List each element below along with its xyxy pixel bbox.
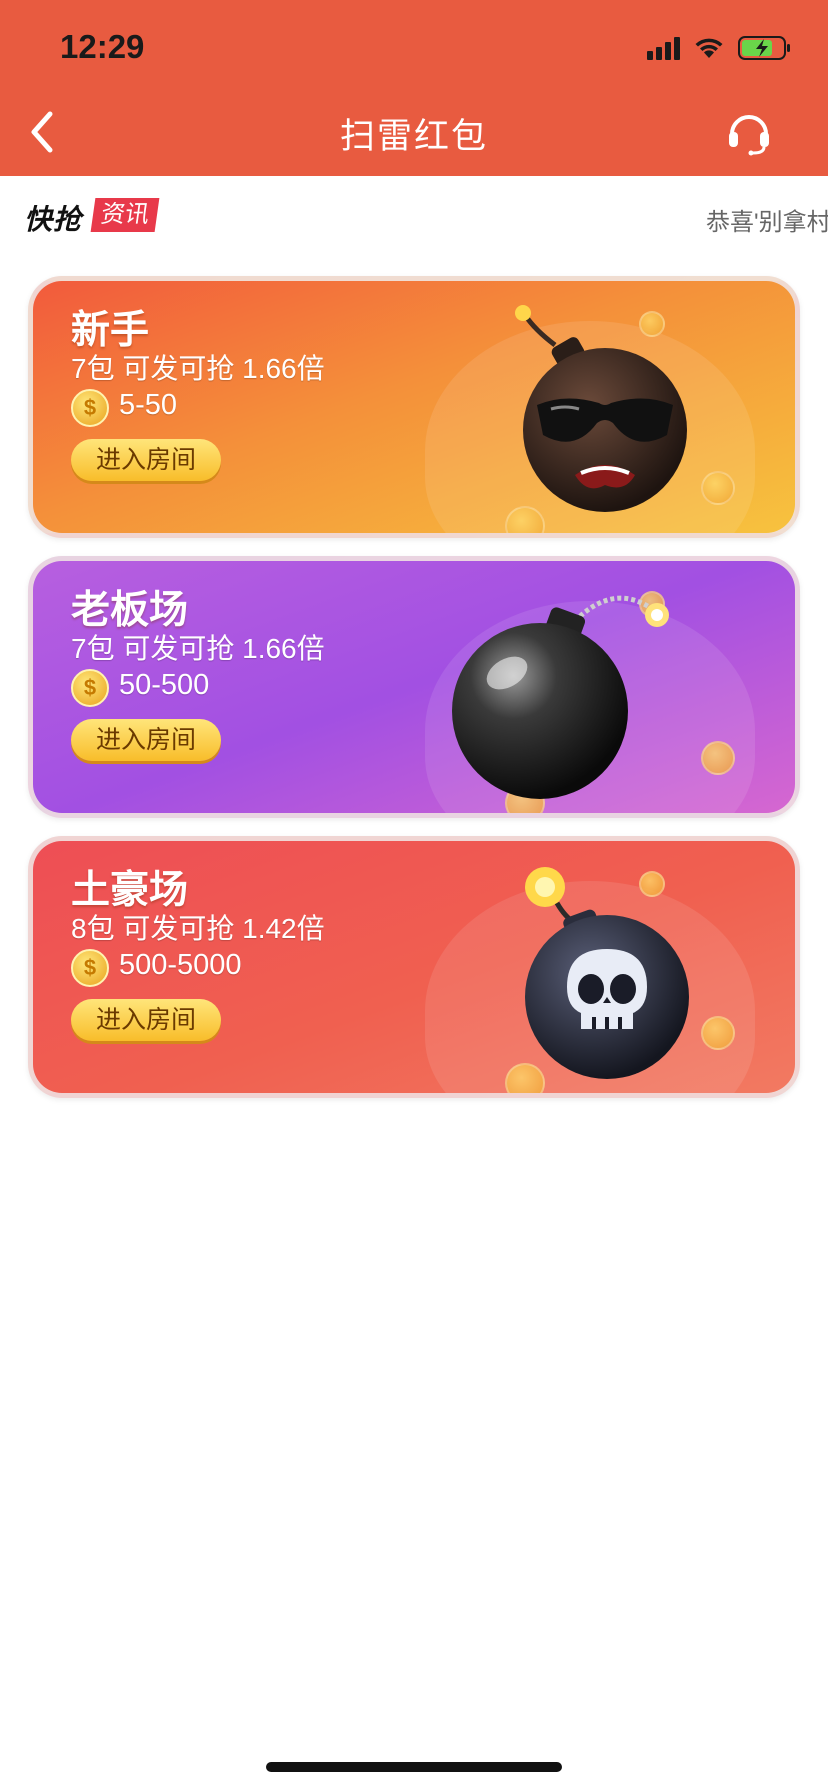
header: 12:29 扫雷红包 [0,0,828,176]
home-indicator[interactable] [266,1762,562,1772]
room-description: 7包 可发可抢 1.66倍 [71,633,325,664]
headset-icon [729,115,769,156]
coin-icon: $ [71,949,109,987]
room-stake-range: 50-500 [119,669,210,701]
room-card-boss[interactable]: 老板场 7包 可发可抢 1.66倍 $ 50-500 进入房间 [28,556,800,818]
status-icons [647,34,792,62]
customer-service-button[interactable] [726,108,772,156]
battery-charging-icon [738,35,792,61]
ticker-brand: 快抢 [24,204,83,235]
news-ticker[interactable]: 快抢 资讯 恭喜'别拿村 [0,176,828,258]
skull-bomb-icon [525,867,689,1079]
coin-decoration [701,741,735,775]
cellular-signal-icon [647,36,680,60]
room-card-tycoon[interactable]: 土豪场 8包 可发可抢 1.42倍 $ 500-5000 进入房间 [28,836,800,1098]
black-bomb-icon [452,595,669,799]
wifi-icon [694,37,724,59]
room-stake-range: 5-50 [119,389,178,421]
enter-room-button[interactable]: 进入房间 [71,999,221,1041]
enter-room-button[interactable]: 进入房间 [71,719,221,761]
sunglasses-bomb-icon [515,305,687,512]
coin-icon: $ [71,389,109,427]
ticker-message: 恭喜'别拿村 [706,209,828,236]
page-title: 扫雷红包 [339,117,488,156]
room-card-beginner[interactable]: 新手 7包 可发可抢 1.66倍 $ 5-50 进入房间 [28,276,800,538]
room-stake-range: 500-5000 [119,949,242,981]
coin-icon: $ [71,669,109,707]
room-description: 7包 可发可抢 1.66倍 [71,353,325,384]
ticker-badge: 资讯 [90,198,160,232]
room-description: 8包 可发可抢 1.42倍 [71,913,325,944]
status-time: 12:29 [60,28,145,65]
enter-room-button[interactable]: 进入房间 [71,439,221,481]
